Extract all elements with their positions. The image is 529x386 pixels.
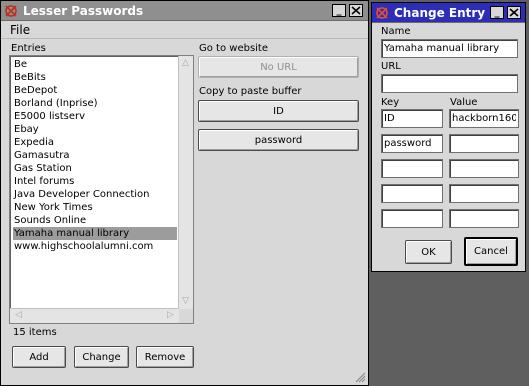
url-field[interactable] bbox=[381, 74, 518, 93]
value-label: Value bbox=[450, 97, 478, 108]
close-icon bbox=[351, 6, 361, 15]
remove-button[interactable]: Remove bbox=[136, 346, 194, 368]
menu-file[interactable]: File bbox=[10, 23, 30, 37]
website-label: Go to website bbox=[199, 43, 269, 54]
list-item[interactable]: Java Developer Connection bbox=[13, 188, 177, 201]
menu-bar: File bbox=[1, 21, 368, 39]
key-field-2[interactable] bbox=[381, 134, 443, 153]
name-label: Name bbox=[381, 26, 411, 37]
value-field-4[interactable] bbox=[449, 184, 519, 203]
list-item[interactable]: Ebay bbox=[13, 123, 177, 136]
change-entry-title: Change Entry bbox=[394, 6, 486, 20]
website-button-label: No URL bbox=[260, 62, 297, 73]
change-button-label: Change bbox=[82, 352, 121, 363]
add-button-label: Add bbox=[29, 352, 49, 363]
cancel-button-label: Cancel bbox=[474, 246, 508, 257]
list-item[interactable]: Sounds Online bbox=[13, 214, 177, 227]
list-item[interactable]: Expedia bbox=[13, 136, 177, 149]
minimize-button[interactable]: _ bbox=[332, 4, 346, 17]
key-field-1[interactable] bbox=[381, 109, 443, 128]
copy-password-button[interactable]: password bbox=[198, 129, 359, 151]
main-titlebar[interactable]: Lesser Passwords _ bbox=[1, 1, 368, 21]
value-field-2[interactable] bbox=[449, 134, 519, 153]
list-item[interactable]: Yamaha manual library bbox=[13, 227, 177, 240]
close-icon bbox=[509, 8, 519, 17]
main-window-title: Lesser Passwords bbox=[23, 4, 144, 18]
copy-id-button[interactable]: ID bbox=[198, 100, 359, 122]
app-icon bbox=[376, 7, 388, 19]
key-field-4[interactable] bbox=[381, 184, 443, 203]
value-field-1[interactable] bbox=[449, 109, 519, 128]
value-field-3[interactable] bbox=[449, 159, 519, 178]
horizontal-scrollbar[interactable]: ◁ ▷ bbox=[10, 308, 179, 323]
list-item[interactable]: Intel forums bbox=[13, 175, 177, 188]
copy-label: Copy to paste buffer bbox=[199, 86, 302, 97]
value-field-5[interactable] bbox=[449, 209, 519, 228]
scroll-up-icon[interactable]: △ bbox=[179, 57, 192, 70]
key-field-5[interactable] bbox=[381, 209, 443, 228]
copy-id-label: ID bbox=[273, 106, 284, 117]
item-count: 15 items bbox=[13, 327, 57, 338]
list-item[interactable]: New York Times bbox=[13, 201, 177, 214]
remove-button-label: Remove bbox=[144, 352, 186, 363]
dialog-minimize-button[interactable]: _ bbox=[490, 6, 504, 19]
key-field-3[interactable] bbox=[381, 159, 443, 178]
list-item[interactable]: Borland (Inprise) bbox=[13, 97, 177, 110]
scroll-right-icon[interactable]: ▷ bbox=[164, 309, 177, 322]
scroll-left-icon[interactable]: ◁ bbox=[12, 309, 25, 322]
ok-button-label: OK bbox=[421, 247, 436, 258]
resize-grip-icon[interactable] bbox=[353, 370, 366, 383]
change-entry-window: Change Entry _ Name URL Key Value OK Can… bbox=[371, 2, 526, 272]
list-item[interactable]: Gas Station bbox=[13, 162, 177, 175]
cancel-button[interactable]: Cancel bbox=[464, 237, 518, 266]
copy-password-label: password bbox=[254, 135, 303, 146]
close-button[interactable] bbox=[349, 4, 363, 17]
dialog-close-button[interactable] bbox=[507, 6, 521, 19]
scroll-down-icon[interactable]: ▽ bbox=[179, 295, 192, 308]
scroll-corner bbox=[179, 309, 193, 323]
list-item[interactable]: www.highschoolalumni.com bbox=[13, 240, 177, 253]
key-label: Key bbox=[381, 97, 400, 108]
list-item[interactable]: Be bbox=[13, 58, 177, 71]
ok-button[interactable]: OK bbox=[405, 240, 452, 264]
list-item[interactable]: Gamasutra bbox=[13, 149, 177, 162]
app-icon bbox=[5, 5, 17, 17]
list-item[interactable]: BeBits bbox=[13, 71, 177, 84]
entries-list[interactable]: Be BeBits BeDepot Borland (Inprise) E5000 li… bbox=[9, 55, 194, 324]
add-button[interactable]: Add bbox=[12, 346, 66, 368]
list-item[interactable]: E5000 listserv bbox=[13, 110, 177, 123]
entries-label: Entries bbox=[11, 43, 46, 54]
change-button[interactable]: Change bbox=[74, 346, 129, 368]
url-label: URL bbox=[381, 61, 401, 72]
change-entry-titlebar[interactable]: Change Entry _ bbox=[372, 3, 525, 23]
name-field[interactable] bbox=[381, 39, 518, 58]
lesser-passwords-window: Lesser Passwords _ File Entries Be BeBits… bbox=[0, 0, 369, 386]
list-item[interactable]: BeDepot bbox=[13, 84, 177, 97]
vertical-scrollbar[interactable]: △ ▽ bbox=[178, 56, 193, 309]
go-to-website-button[interactable]: No URL bbox=[198, 56, 359, 78]
